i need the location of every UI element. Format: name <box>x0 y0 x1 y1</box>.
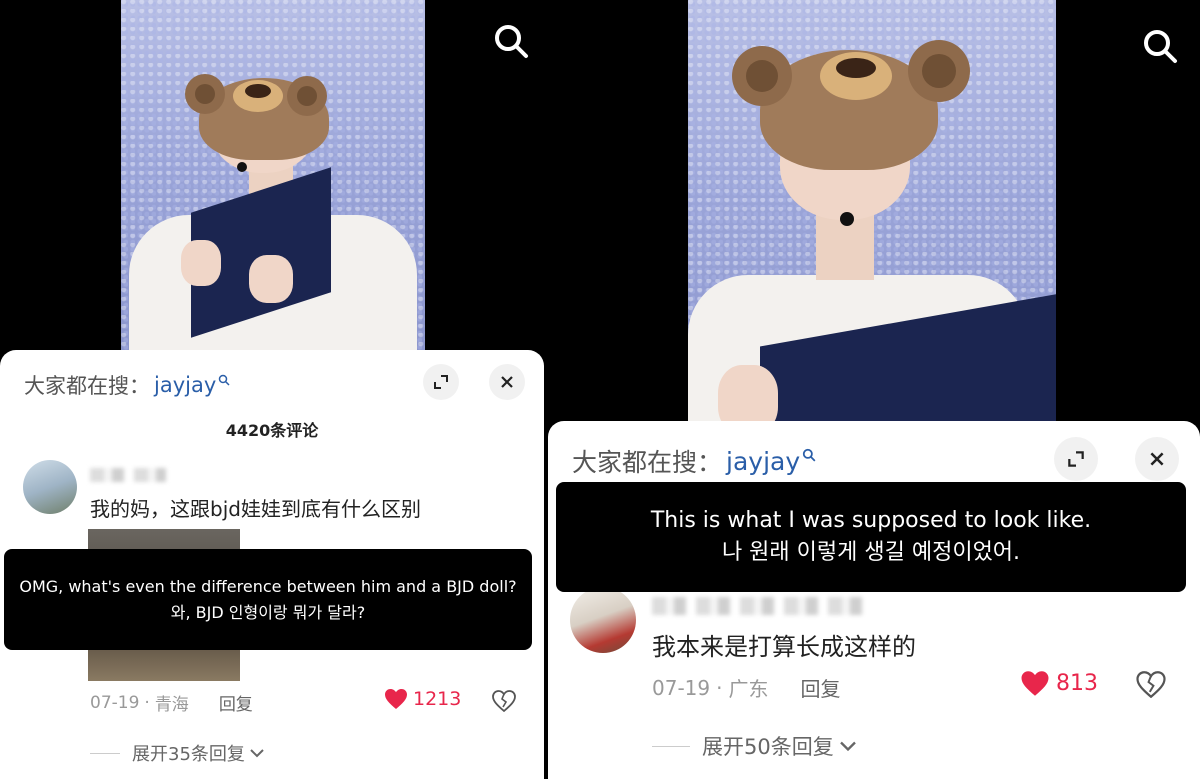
chevron-down-icon <box>839 741 856 752</box>
divider <box>90 752 120 754</box>
comment-text: 我本来是打算长成这样的 <box>652 633 916 661</box>
chevron-down-icon <box>250 749 264 758</box>
broken-heart-icon[interactable] <box>1136 671 1166 698</box>
caption-english: OMG, what's even the difference between … <box>19 576 517 596</box>
search-icon[interactable] <box>492 22 530 60</box>
like-button[interactable]: 813 <box>1020 670 1098 697</box>
video-photo <box>121 0 425 360</box>
reply-button[interactable]: 回复 <box>800 673 840 702</box>
trending-label: 大家都在搜： <box>24 374 150 398</box>
expand-replies-label: 展开50条回复 <box>702 735 834 759</box>
expand-icon <box>1068 451 1084 467</box>
expand-button[interactable] <box>1054 437 1098 481</box>
translation-caption: This is what I was supposed to look like… <box>556 482 1186 592</box>
like-count: 813 <box>1056 671 1098 696</box>
expand-icon <box>434 375 448 389</box>
video-photo <box>688 0 1056 440</box>
expand-replies-label: 展开35条回复 <box>132 744 245 765</box>
divider <box>652 745 690 747</box>
comment-date: 07-19 <box>90 692 140 713</box>
meta-dot: · <box>716 675 723 700</box>
heart-icon <box>385 689 407 709</box>
username-blurred[interactable] <box>90 468 166 482</box>
like-count: 1213 <box>413 688 462 710</box>
search-small-icon <box>219 374 230 386</box>
comment-count: 4420条评论 <box>225 421 319 440</box>
comment-sheet: 大家都在搜： jayjay 我本来是打算长成这样的 07-19 · 广东 回复 … <box>548 421 1200 779</box>
left-screenshot-panel: 大家都在搜： jayjay 4420条评论 我的妈，这跟bjd娃娃到底有什么区别 <box>0 0 544 779</box>
caption-korean: 나 원래 이렇게 생길 예정이었어. <box>721 540 1021 565</box>
reply-button[interactable]: 回复 <box>219 690 253 715</box>
heart-icon <box>1021 671 1049 696</box>
username-blurred[interactable] <box>652 597 872 615</box>
close-icon <box>1150 452 1164 466</box>
broken-heart-icon[interactable] <box>492 690 516 712</box>
close-icon <box>501 376 513 388</box>
meta-dot: · <box>144 692 150 713</box>
trending-search-row[interactable]: 大家都在搜： jayjay <box>572 443 816 479</box>
comment-location: 青海 <box>154 695 189 715</box>
like-button[interactable]: 1213 <box>384 688 461 710</box>
avatar[interactable] <box>23 460 77 514</box>
right-screenshot-panel: 大家都在搜： jayjay 我本来是打算长成这样的 07-19 · 广东 回复 … <box>548 0 1200 779</box>
comment-date: 07-19 <box>652 675 711 700</box>
performer-figure <box>121 0 425 360</box>
performer-figure <box>688 0 1056 440</box>
trending-search-row[interactable]: 大家都在搜： jayjay <box>24 370 230 400</box>
search-icon[interactable] <box>1141 27 1179 65</box>
expand-replies[interactable]: 展开50条回复 <box>652 731 858 761</box>
expand-replies[interactable]: 展开35条回复 <box>90 740 265 766</box>
caption-korean: 와, BJD 인형이랑 뭐가 달라? <box>170 602 366 622</box>
trending-label: 大家都在搜： <box>572 448 723 477</box>
close-button[interactable] <box>1135 437 1179 481</box>
trending-keyword[interactable]: jayjay <box>726 447 800 476</box>
close-button[interactable] <box>489 364 525 400</box>
translation-caption: OMG, what's even the difference between … <box>4 549 532 650</box>
expand-button[interactable] <box>423 364 459 400</box>
search-small-icon <box>803 448 816 462</box>
trending-keyword[interactable]: jayjay <box>154 373 216 397</box>
avatar[interactable] <box>570 587 636 653</box>
comment-text: 我的妈，这跟bjd娃娃到底有什么区别 <box>90 497 421 521</box>
caption-english: This is what I was supposed to look like… <box>650 508 1092 533</box>
comment-location: 广东 <box>728 677 769 701</box>
